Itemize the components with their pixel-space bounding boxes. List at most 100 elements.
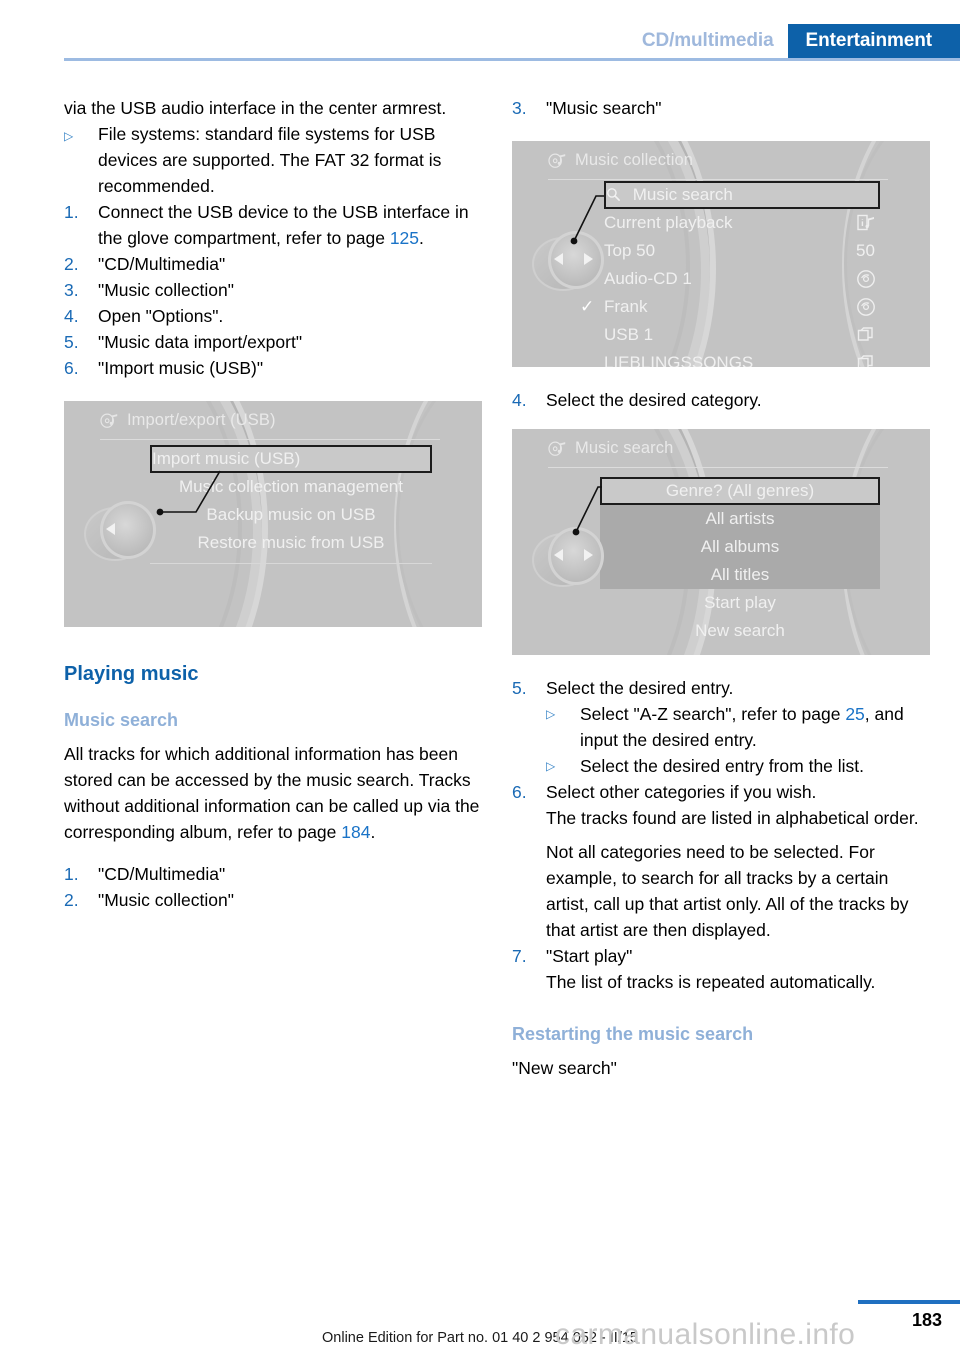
right-step-5: 5. Select the desired entry.: [512, 675, 930, 701]
right-step-6: 6. Select other categories if you wish.: [512, 779, 930, 805]
step-4-text: Open "Options".: [98, 306, 224, 326]
step-5-text: "Music data import/export": [98, 332, 303, 352]
menu-item-all-titles[interactable]: All titles: [600, 561, 880, 589]
heading-restarting-music-search: Restarting the music search: [512, 1024, 754, 1044]
screen-title-bar: Music search: [548, 439, 673, 458]
count-badge-50: 50: [856, 241, 875, 260]
step-4: 4. Open "Options".: [64, 303, 482, 329]
step2-2-text: "Music collection": [98, 890, 234, 910]
right-step-5-sub-1: ▷ Select "A-Z search", refer to page 25,…: [512, 701, 930, 753]
step-2: 2. "CD/Multimedia": [64, 251, 482, 277]
menu-item-restore-music-from-usb[interactable]: Restore music from USB: [150, 529, 432, 557]
cd-music-icon: [100, 413, 119, 430]
screen-title-divider: [548, 467, 888, 468]
screen-menu-list: Import music (USB) Music collection mana…: [150, 445, 432, 557]
page-header: CD/multimedia Entertainment: [0, 0, 960, 58]
menu-item-all-artists[interactable]: All artists: [600, 505, 880, 533]
menu-item-label: All artists: [705, 509, 775, 528]
idrive-screen-music-collection: Music collection Music search Current pl…: [512, 141, 930, 367]
menu-item-label: Audio-CD 1: [604, 269, 692, 288]
menu-item-lieblingssongs[interactable]: LIEBLINGSSONGS: [604, 349, 880, 367]
folder-icon: [856, 353, 876, 367]
right-step-4: 4. Select the desired category.: [512, 387, 930, 413]
right-step-5-marker: 5.: [512, 678, 527, 698]
menu-item-label: Import music (USB): [152, 449, 301, 468]
menu-item-all-albums[interactable]: All albums: [600, 533, 880, 561]
tab-entertainment[interactable]: Entertainment: [787, 24, 960, 58]
right-step-4-marker: 4.: [512, 390, 527, 410]
right-step-3-marker: 3.: [512, 98, 527, 118]
right-step-6-marker: 6.: [512, 782, 527, 802]
step-2-text: "CD/Multimedia": [98, 254, 226, 274]
step-3-text: "Music collection": [98, 280, 234, 300]
right-step-3: 3. "Music search": [512, 95, 930, 121]
step-3-marker: 3.: [64, 280, 79, 300]
menu-item-new-search[interactable]: New search: [600, 617, 880, 645]
step-1-text: Connect the USB device to the USB interf…: [98, 202, 469, 248]
idrive-controller-knob[interactable]: [84, 501, 160, 563]
menu-item-label: Backup music on USB: [206, 505, 376, 524]
screen-menu-list: Music search Current playback Top 50 50: [580, 181, 880, 367]
menu-item-frank[interactable]: Frank: [580, 293, 880, 321]
triangle-bullet-icon: ▷: [64, 129, 74, 143]
right-step-7: 7. "Start play": [512, 943, 930, 969]
menu-item-import-music-usb[interactable]: Import music (USB): [150, 445, 432, 473]
heading-playing-music: Playing music: [64, 663, 199, 685]
page-ref-184[interactable]: 184: [341, 822, 370, 842]
idrive-controller-knob[interactable]: [532, 231, 608, 293]
page-number-rule: [858, 1300, 960, 1304]
tab-cd-multimedia[interactable]: CD/multimedia: [641, 24, 788, 58]
cd-music-icon: [548, 441, 567, 458]
menu-item-music-collection-management[interactable]: Music collection management: [150, 473, 432, 501]
menu-item-label: Current playback: [604, 213, 733, 232]
body-restarting-music-search: "New search": [512, 1058, 617, 1078]
knob-arrow-left-icon: [106, 523, 115, 535]
menu-item-backup-music-on-usb[interactable]: Backup music on USB: [150, 501, 432, 529]
menu-item-label: LIEBLINGSSONGS: [604, 353, 754, 367]
menu-item-label: All titles: [710, 565, 770, 584]
menu-item-genre[interactable]: Genre? (All genres): [600, 477, 880, 505]
step2-1-marker: 1.: [64, 864, 79, 884]
screen-title-bar: Import/export (USB): [100, 411, 276, 430]
cd-music-icon: [548, 153, 567, 170]
bullet-file-systems-text: File systems: standard file systems for …: [98, 124, 442, 196]
menu-item-label: Restore music from USB: [197, 533, 385, 552]
folder-icon: [856, 325, 876, 345]
knob-arrow-left-icon: [554, 549, 563, 561]
disc-icon: [856, 269, 876, 289]
menu-item-music-search[interactable]: Music search: [604, 181, 880, 209]
right-step-5-text: Select the desired entry.: [546, 678, 734, 698]
idrive-controller-knob[interactable]: [532, 527, 608, 589]
step-3: 3. "Music collection": [64, 277, 482, 303]
page-number: 183: [911, 1310, 942, 1330]
right-step-4-text: Select the desired category.: [546, 390, 762, 410]
screen-title-divider: [548, 179, 888, 180]
right-step-5-sub-2: ▷ Select the desired entry from the list…: [512, 753, 930, 779]
step-5-marker: 5.: [64, 332, 79, 352]
menu-item-label: USB 1: [604, 325, 654, 344]
step-6-text: "Import music (USB)": [98, 358, 264, 378]
right-step-5-sub-2-text: Select the desired entry from the list.: [580, 756, 865, 776]
magnifier-icon: [606, 185, 621, 201]
body-music-search: All tracks for which additional informat…: [64, 744, 480, 842]
step-5: 5. "Music data import/export": [64, 329, 482, 355]
menu-item-usb-1[interactable]: USB 1: [604, 321, 880, 349]
menu-item-current-playback[interactable]: Current playback: [604, 209, 880, 237]
right-step-7-note: The list of tracks is repeated automatic…: [546, 972, 876, 992]
screen-title-text: Import/export (USB): [127, 411, 276, 429]
page-ref-25[interactable]: 25: [845, 704, 864, 724]
step2-2: 2. "Music collection": [64, 887, 482, 913]
page-ref-125[interactable]: 125: [390, 228, 419, 248]
menu-item-top-50[interactable]: Top 50 50: [604, 237, 880, 265]
step2-1-text: "CD/Multimedia": [98, 864, 226, 884]
right-step-6-note-1: The tracks found are listed in alphabeti…: [546, 808, 919, 828]
menu-item-audio-cd-1[interactable]: Audio-CD 1: [604, 265, 880, 293]
triangle-bullet-icon: ▷: [546, 707, 556, 721]
right-step-6-note-2: Not all categories need to be selected. …: [546, 842, 909, 940]
menu-item-label: Frank: [604, 297, 648, 316]
step-1: 1. Connect the USB device to the USB int…: [64, 199, 482, 251]
right-step-5-sub-1-text: Select "A-Z search", refer to page 25, a…: [580, 704, 904, 750]
watermark: carmanualsonline.info: [555, 1318, 856, 1351]
menu-item-start-play[interactable]: Start play: [600, 589, 880, 617]
menu-item-label: Genre? (All genres): [665, 481, 815, 500]
